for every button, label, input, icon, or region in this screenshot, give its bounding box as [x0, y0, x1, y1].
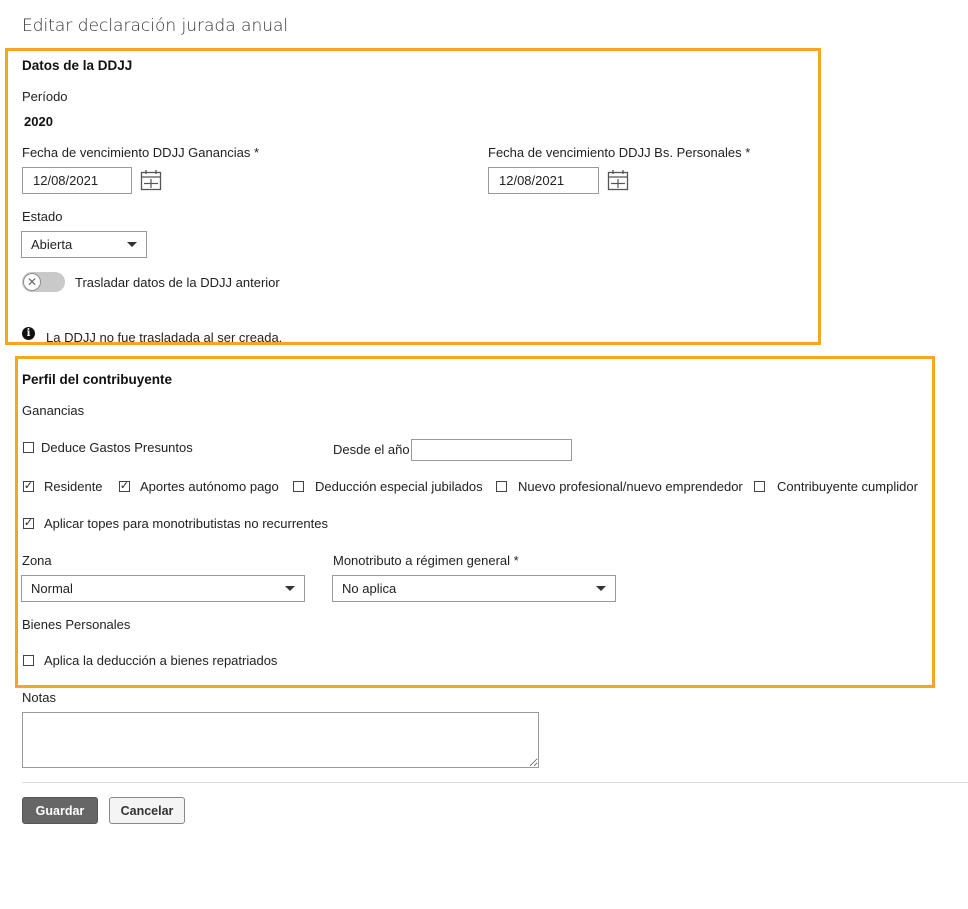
monotributo-value: No aplica [342, 581, 397, 596]
estado-value: Abierta [31, 237, 73, 252]
aportes-label: Aportes autónomo pago [140, 479, 279, 494]
chevron-down-icon [285, 586, 295, 591]
perfil-heading: Perfil del contribuyente [22, 372, 173, 387]
bienes-section-label: Bienes Personales [22, 617, 131, 632]
bienes-date-input[interactable]: 12/08/2021 [488, 167, 599, 194]
trasladar-label: Trasladar datos de la DDJJ anterior [75, 275, 280, 290]
bienes-date-label: Fecha de vencimiento DDJJ Bs. Personales… [488, 145, 751, 160]
period-label: Período [22, 89, 68, 104]
jubilados-checkbox[interactable] [293, 481, 304, 492]
notas-label: Notas [22, 690, 56, 705]
topes-label: Aplicar topes para monotributistas no re… [44, 516, 328, 531]
cumplidor-label: Contribuyente cumplidor [777, 479, 918, 494]
desde-label: Desde el año [333, 442, 410, 457]
topes-checkbox[interactable]: ✓ [23, 518, 34, 529]
page-title: Editar declaración jurada anual [22, 16, 289, 36]
trasladar-toggle[interactable]: ✕ [22, 272, 65, 292]
calendar-icon[interactable] [140, 169, 162, 194]
repatriados-label: Aplica la deducción a bienes repatriados [44, 653, 278, 668]
save-button[interactable]: Guardar [22, 797, 98, 824]
deduce-label: Deduce Gastos Presuntos [41, 440, 193, 455]
chevron-down-icon [127, 242, 137, 247]
jubilados-label: Deducción especial jubilados [315, 479, 483, 494]
ganancias-section-label: Ganancias [22, 403, 85, 418]
info-icon: i [22, 327, 35, 340]
residente-checkbox[interactable]: ✓ [23, 481, 34, 492]
period-value: 2020 [24, 114, 53, 129]
info-message: La DDJJ no fue trasladada al ser creada. [46, 330, 283, 345]
estado-label: Estado [22, 209, 63, 224]
zona-label: Zona [22, 553, 52, 568]
zona-select[interactable]: Normal [21, 575, 305, 602]
cancel-button[interactable]: Cancelar [109, 797, 185, 824]
ddjj-section [5, 48, 821, 345]
monotributo-select[interactable]: No aplica [332, 575, 616, 602]
emprendedor-label: Nuevo profesional/nuevo emprendedor [518, 479, 743, 494]
notas-textarea[interactable] [22, 712, 539, 768]
monotributo-label: Monotributo a régimen general * [333, 553, 519, 568]
close-icon: ✕ [23, 273, 41, 291]
residente-label: Residente [44, 479, 103, 494]
aportes-checkbox[interactable]: ✓ [119, 481, 130, 492]
calendar-icon[interactable] [607, 169, 629, 194]
ganancias-date-label: Fecha de vencimiento DDJJ Ganancias * [22, 145, 260, 160]
emprendedor-checkbox[interactable] [496, 481, 507, 492]
deduce-checkbox[interactable] [23, 442, 34, 453]
cumplidor-checkbox[interactable] [754, 481, 765, 492]
estado-select[interactable]: Abierta [21, 231, 147, 258]
zona-value: Normal [31, 581, 73, 596]
divider [22, 782, 968, 783]
chevron-down-icon [596, 586, 606, 591]
desde-input[interactable] [411, 439, 572, 461]
ddjj-heading: Datos de la DDJJ [22, 58, 133, 73]
repatriados-checkbox[interactable] [23, 655, 34, 666]
ganancias-date-input[interactable]: 12/08/2021 [22, 167, 132, 194]
